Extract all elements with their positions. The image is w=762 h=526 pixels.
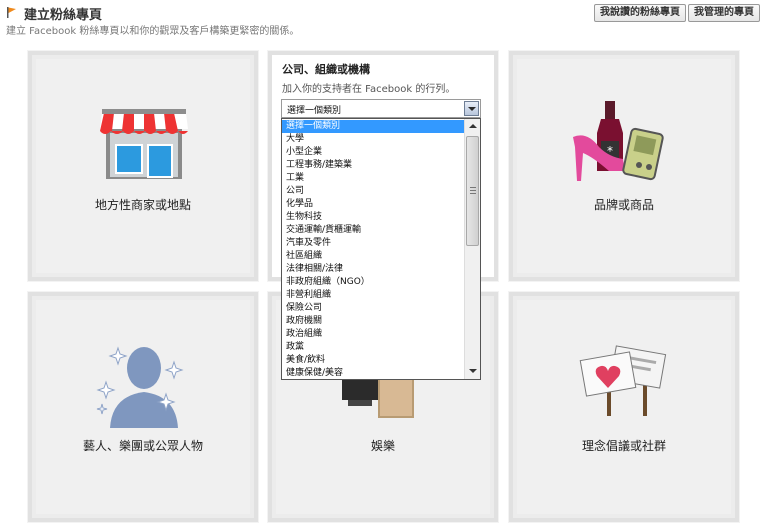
liked-pages-button[interactable]: 我說讚的粉絲專頁 — [594, 4, 686, 22]
category-option[interactable]: 工業 — [282, 172, 466, 185]
grip-icon — [470, 187, 476, 194]
category-option[interactable]: 保險公司 — [282, 302, 466, 315]
scroll-down-arrow-icon[interactable] — [465, 364, 480, 379]
category-option[interactable]: 非營利組織 — [282, 289, 466, 302]
tile-brand-label: 品牌或商品 — [593, 198, 654, 212]
category-option[interactable]: 政府機關 — [282, 315, 466, 328]
tile-local-business[interactable]: 地方性商家或地點 — [27, 50, 259, 282]
category-option[interactable]: 交通運輸/貨櫃運輸 — [282, 224, 466, 237]
page-subtitle: 建立 Facebook 粉絲專頁以和你的觀眾及客戶構築更緊密的關係。 — [6, 26, 300, 37]
dropdown-scrollbar[interactable] — [464, 119, 480, 379]
entertainment-icon — [342, 378, 414, 418]
category-options: 選擇一個類別 大學 小型企業 工程事務/建築業 工業 公司 化學品 生物科技 交通運輸/貨櫃運輸… — [282, 120, 466, 379]
category-option[interactable]: 小型企業 — [282, 146, 466, 159]
tile-artist-label: 藝人、樂團或公眾人物 — [82, 439, 203, 453]
protest-signs-icon — [579, 345, 667, 416]
page-title: 建立粉絲專頁 — [24, 8, 103, 23]
category-option[interactable]: 選擇一個類別 — [282, 120, 466, 133]
category-option[interactable]: 大學 — [282, 133, 466, 146]
tile-local-label: 地方性商家或地點 — [94, 198, 191, 212]
category-option[interactable]: 工程事務/建築業 — [282, 159, 466, 172]
category-option[interactable]: 美食/飲料 — [282, 354, 466, 367]
category-option[interactable]: 健康保健/美容 — [282, 367, 466, 379]
category-dropdown[interactable]: 選擇一個類別 大學 小型企業 工程事務/建築業 工業 公司 化學品 生物科技 交通運輸/貨櫃運輸… — [281, 118, 481, 380]
category-option[interactable]: 法律相關/法律 — [282, 263, 466, 276]
category-option[interactable]: 非政府組織（NGO） — [282, 276, 466, 289]
category-select[interactable]: 選擇一個類別 — [281, 99, 481, 118]
category-option[interactable]: 政黨 — [282, 341, 466, 354]
category-option[interactable]: 社區組織 — [282, 250, 466, 263]
category-option[interactable]: 生物科技 — [282, 211, 466, 224]
category-select-value: 選擇一個類別 — [287, 106, 342, 116]
company-description: 加入你的支持者在 Facebook 的行列。 — [282, 84, 456, 95]
tile-cause-community[interactable]: 理念倡議或社群 — [508, 291, 740, 523]
brand-products-icon: * — [573, 101, 664, 181]
category-option[interactable]: 政治組織 — [282, 328, 466, 341]
tile-brand-product[interactable]: * 品牌或商品 — [508, 50, 740, 282]
chevron-down-icon[interactable] — [464, 101, 479, 116]
category-option[interactable]: 公司 — [282, 185, 466, 198]
flag-icon — [7, 7, 16, 18]
category-option[interactable]: 汽車及零件 — [282, 237, 466, 250]
scrollbar-thumb[interactable] — [466, 136, 479, 246]
tile-entertainment-label: 娛樂 — [370, 439, 395, 453]
company-title: 公司、組織或機構 — [282, 63, 370, 76]
category-option[interactable]: 化學品 — [282, 198, 466, 211]
managed-pages-button[interactable]: 我管理的專頁 — [688, 4, 760, 22]
scroll-up-arrow-icon[interactable] — [465, 119, 480, 134]
storefront-icon — [100, 109, 188, 179]
tile-artist-public-figure[interactable]: 藝人、樂團或公眾人物 — [27, 291, 259, 523]
public-figure-icon — [96, 346, 184, 428]
tile-cause-label: 理念倡議或社群 — [581, 439, 666, 453]
